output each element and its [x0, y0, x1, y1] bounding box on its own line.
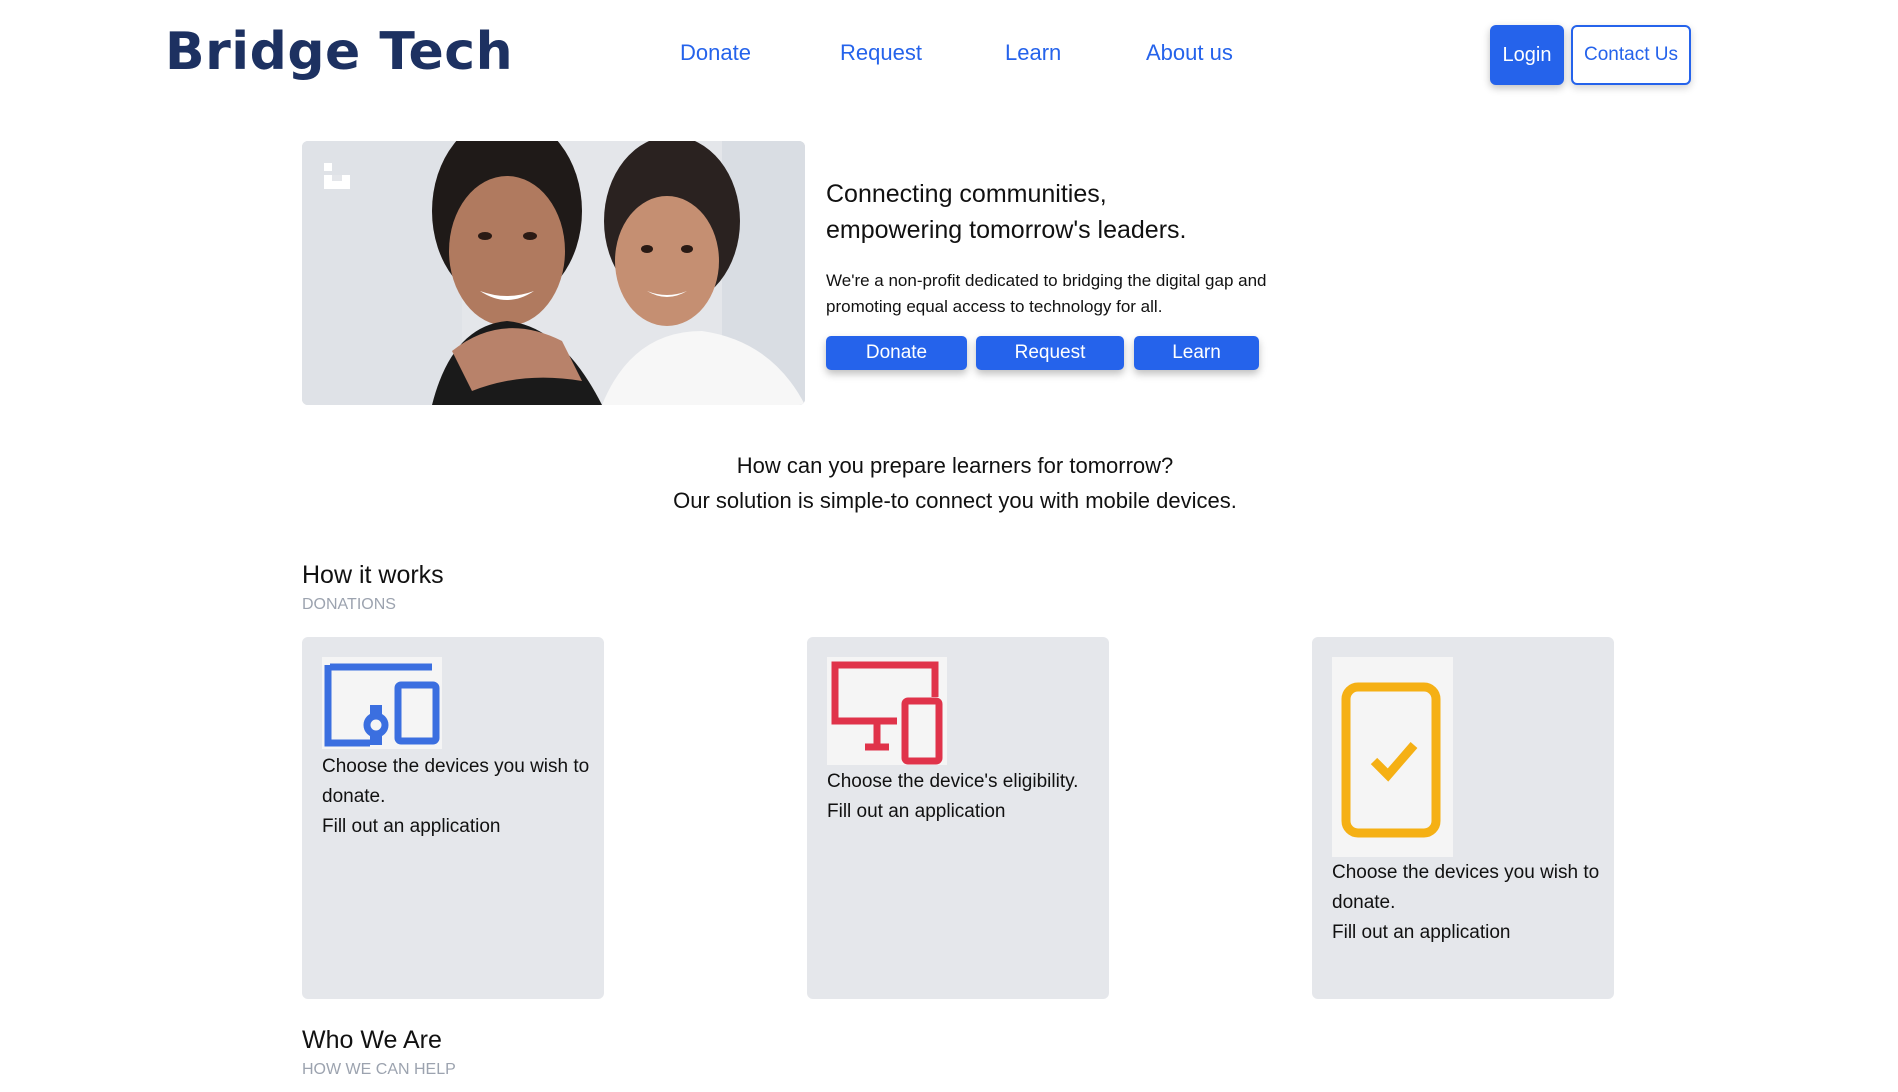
hero-request-button[interactable]: Request [976, 336, 1124, 370]
card-3-text: Choose the devices you wish to donate. F… [1332, 858, 1602, 948]
login-button[interactable]: Login [1490, 25, 1564, 85]
nav-request[interactable]: Request [840, 40, 922, 66]
hero-donate-button[interactable]: Donate [826, 336, 967, 370]
how-it-works-title: How it works [302, 561, 444, 589]
tagline-line1: How can you prepare learners for tomorro… [736, 453, 1174, 478]
devices-icon [322, 657, 442, 749]
card-1-line2: Fill out an application [322, 816, 501, 837]
hero-learn-button[interactable]: Learn [1134, 336, 1259, 370]
hero-subtitle: We're a non-profit dedicated to bridging… [826, 271, 1267, 316]
card-3-line1: Choose the devices you wish to donate. [1332, 862, 1600, 913]
card-3-line2: Fill out an application [1332, 922, 1511, 943]
how-it-works-card-3: Choose the devices you wish to donate. F… [1312, 637, 1614, 999]
how-it-works-card-1: Choose the devices you wish to donate. F… [302, 637, 604, 999]
phone-check-icon [1332, 657, 1453, 857]
hero-image [302, 141, 805, 405]
hero-title-line1: Connecting communities, [826, 180, 1107, 208]
card-2-line2: Fill out an application [827, 801, 1006, 822]
site-logo[interactable]: Bridge Tech [165, 22, 513, 82]
nav-about-us[interactable]: About us [1146, 40, 1233, 66]
monitor-phone-icon [827, 657, 947, 765]
card-1-text: Choose the devices you wish to donate. F… [322, 752, 592, 842]
how-it-works-card-2: Choose the device's eligibility. Fill ou… [807, 637, 1109, 999]
card-2-line1: Choose the device's eligibility. [827, 771, 1079, 792]
hero-title: Connecting communities, empowering tomor… [826, 176, 1346, 248]
hero-title-line2: empowering tomorrow's leaders. [826, 216, 1187, 244]
tagline-line2: Our solution is simple-to connect you wi… [673, 488, 1237, 513]
card-2-text: Choose the device's eligibility. Fill ou… [827, 767, 1097, 827]
who-we-are-subtitle: HOW WE CAN HELP [302, 1061, 456, 1078]
card-1-line1: Choose the devices you wish to donate. [322, 756, 590, 807]
contact-us-button[interactable]: Contact Us [1571, 25, 1691, 85]
header: Bridge Tech Donate Request Learn About u… [0, 0, 1898, 110]
who-we-are-title: Who We Are [302, 1026, 442, 1054]
tagline: How can you prepare learners for tomorro… [0, 448, 1898, 518]
how-it-works-subtitle: DONATIONS [302, 596, 396, 613]
hero-photo-illustration [302, 141, 805, 405]
nav-donate[interactable]: Donate [680, 40, 751, 66]
nav-learn[interactable]: Learn [1005, 40, 1061, 66]
